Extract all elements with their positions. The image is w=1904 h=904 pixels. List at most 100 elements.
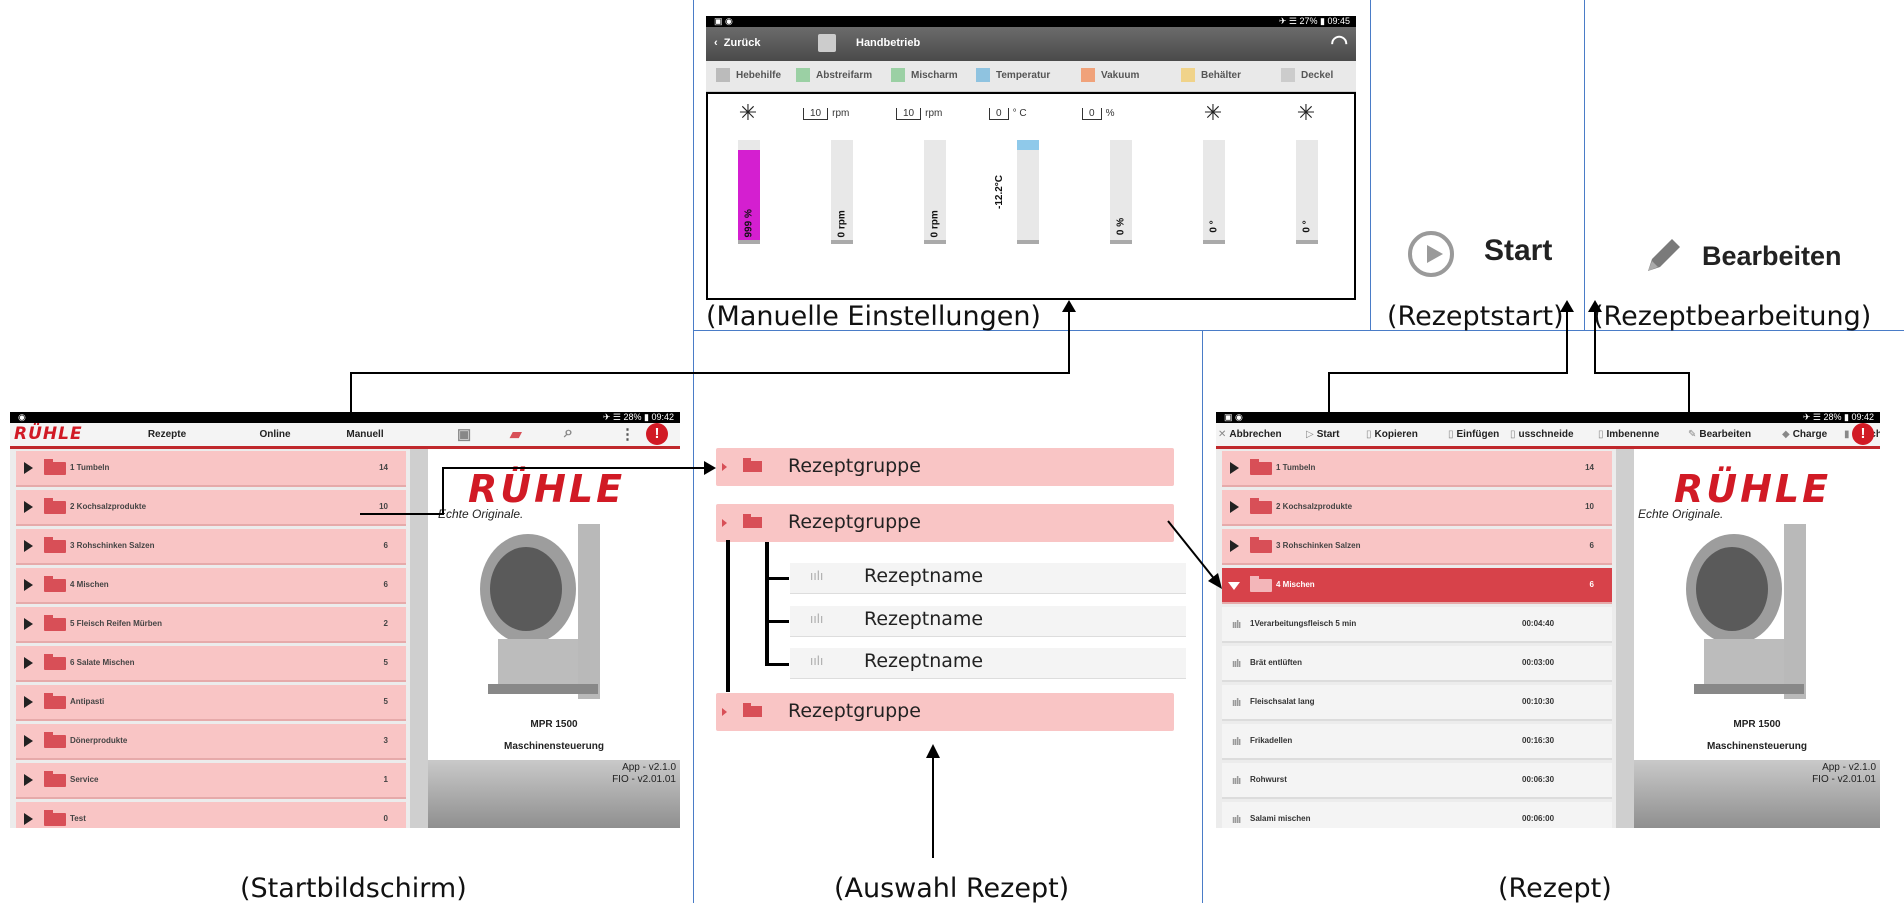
toolbar-bearbeiten[interactable]: ✎ Bearbeiten: [1688, 423, 1751, 446]
toolbar-label: Charge: [1792, 429, 1828, 440]
recipe-group[interactable]: Rezeptgruppe: [716, 504, 1174, 542]
expand-icon[interactable]: [24, 657, 33, 669]
recipe-name[interactable]: ıılı Rezeptname: [790, 648, 1186, 679]
expand-icon[interactable]: [24, 579, 33, 591]
recipe-row[interactable]: ıılı Brät entlüften 00:03:00: [1222, 646, 1612, 682]
chart-icon: ıılı: [810, 654, 824, 668]
version-fio: FIO - v2.01.01: [612, 774, 676, 785]
recipe-group[interactable]: Rezeptgruppe: [716, 693, 1174, 731]
play-icon[interactable]: [1408, 231, 1454, 277]
setpoint-field[interactable]: 10 rpm: [896, 108, 972, 120]
recipe-group-row[interactable]: 6 Salate Mischen 5: [16, 646, 406, 682]
gauge-column: ✳ 999 %: [728, 94, 768, 294]
edit-button[interactable]: Bearbeiten: [1702, 241, 1842, 272]
expand-icon[interactable]: [24, 618, 33, 630]
folder-icon: [1250, 459, 1272, 475]
add-folder-icon[interactable]: ▰: [510, 425, 522, 443]
alert-icon[interactable]: !: [1852, 423, 1874, 445]
toolbar-kopieren[interactable]: ▯ Kopieren: [1366, 423, 1418, 446]
expand-icon[interactable]: [24, 501, 33, 513]
folder-icon: [44, 732, 66, 748]
start-button[interactable]: Start: [1484, 234, 1552, 268]
scrollbar[interactable]: [410, 449, 428, 828]
recipe-group-row[interactable]: Test 0: [16, 802, 406, 828]
recipe-group-row[interactable]: 3 Rohschinken Salzen 6: [16, 529, 406, 565]
recipe-group-row[interactable]: 4 Mischen 6: [1222, 568, 1612, 604]
recipe-group-row[interactable]: Service 1: [16, 763, 406, 799]
setpoint-field[interactable]: 0 ° C: [989, 108, 1065, 120]
recipe-row[interactable]: ıılı Salami mischen 00:06:00: [1222, 802, 1612, 828]
add-chart-icon[interactable]: ▣: [457, 425, 471, 443]
machine-model: MPR 1500: [530, 719, 578, 730]
recipe-group-row[interactable]: Antipasti 5: [16, 685, 406, 721]
setpoint-value[interactable]: 10: [803, 108, 829, 120]
toolbar-usschneide[interactable]: ▯ usschneide: [1510, 423, 1574, 446]
recipe-row[interactable]: ıılı Rohwurst 00:06:30: [1222, 763, 1612, 799]
folder-icon: [743, 703, 762, 717]
recipe-group-row[interactable]: 2 Kochsalzprodukte 10: [16, 490, 406, 526]
back-button[interactable]: ‹ Zurück: [714, 37, 760, 49]
recipe-name: Frikadellen: [1250, 736, 1293, 745]
menu-icon[interactable]: ⋮: [620, 425, 635, 443]
recipe-row[interactable]: ıılı Fleischsalat lang 00:10:30: [1222, 685, 1612, 721]
tab-vakuum[interactable]: Vakuum: [1081, 61, 1139, 91]
tab-online[interactable]: Online: [230, 423, 320, 446]
group-name: 2 Kochsalzprodukte: [1276, 502, 1353, 511]
recipe-group[interactable]: Rezeptgruppe: [716, 448, 1174, 486]
setpoint-unit: %: [1105, 108, 1115, 119]
tab-mischarm[interactable]: Mischarm: [891, 61, 958, 91]
tab-deckel[interactable]: Deckel: [1281, 61, 1333, 91]
connector-line: [350, 372, 352, 416]
expand-icon[interactable]: [1230, 462, 1239, 474]
tab-behälter[interactable]: Behälter: [1181, 61, 1241, 91]
expand-icon[interactable]: [24, 462, 33, 474]
recipe-screen: ▣ ◉ ✈ ☰ 28% ▮ 09:42 ✕ Abbrechen ▷ Start ▯ Kopi…: [1216, 412, 1880, 828]
toolbar-charge[interactable]: ◆ Charge: [1782, 423, 1827, 446]
recipe-row[interactable]: ıılı 1Verarbeitungsfleisch 5 min 00:04:40: [1222, 607, 1612, 643]
setpoint-value[interactable]: 0: [989, 108, 1009, 120]
scrollbar[interactable]: [1616, 449, 1634, 828]
tab-manuell[interactable]: Manuell: [320, 423, 410, 446]
toolbar-start[interactable]: ▷ Start: [1306, 423, 1340, 446]
expand-icon[interactable]: [24, 813, 33, 825]
recipe-name[interactable]: ıılı Rezeptname: [790, 563, 1186, 594]
chart-icon: ıılı: [1232, 658, 1241, 670]
recipe-group-row[interactable]: 1 Tumbeln 14: [1222, 451, 1612, 487]
setpoint-field[interactable]: 10 rpm: [803, 108, 879, 120]
recipe-group-row[interactable]: 3 Rohschinken Salzen 6: [1222, 529, 1612, 565]
setpoint-value[interactable]: 10: [896, 108, 922, 120]
recipe-name[interactable]: ıılı Rezeptname: [790, 606, 1186, 637]
toolbar-imbenenne[interactable]: ▯ Imbenenne: [1598, 423, 1659, 446]
setpoint-field[interactable]: 0%: [1082, 108, 1158, 120]
expand-icon[interactable]: [24, 696, 33, 708]
recipe-row[interactable]: ıılı Frikadellen 00:16:30: [1222, 724, 1612, 760]
manual-settings-screen: ▣ ◉ ✈ ☰ 27% ▮ 09:45 ‹ Zurück Handbetrieb …: [706, 16, 1356, 300]
setpoint-value[interactable]: 0: [1082, 108, 1102, 120]
expand-icon[interactable]: [1230, 540, 1239, 552]
expand-icon[interactable]: [24, 540, 33, 552]
tab-abstreifarm[interactable]: Abstreifarm: [796, 61, 872, 91]
setpoint-unit: ° C: [1012, 108, 1027, 119]
pencil-icon[interactable]: [1642, 235, 1686, 275]
tab-temperatur[interactable]: Temperatur: [976, 61, 1050, 91]
toolbar-abbrechen[interactable]: ✕ Abbrechen: [1218, 423, 1282, 446]
recipe-duration: 00:06:30: [1522, 775, 1555, 784]
group-name: 1 Tumbeln: [70, 463, 110, 472]
divider-left: [693, 0, 694, 903]
recipe-group-row[interactable]: 1 Tumbeln 14: [16, 451, 406, 487]
toolbar-einfügen[interactable]: ▯ Einfügen: [1448, 423, 1499, 446]
recipe-group-row[interactable]: Dönerprodukte 3: [16, 724, 406, 760]
tab-rezepte[interactable]: Rezepte: [122, 423, 212, 449]
recipe-group-row[interactable]: 4 Mischen 6: [16, 568, 406, 604]
recipe-group-row[interactable]: 5 Fleisch Reifen Mürben 2: [16, 607, 406, 643]
expand-icon[interactable]: [24, 735, 33, 747]
tab-hebehilfe[interactable]: Hebehilfe: [716, 61, 781, 91]
recipe-group-row[interactable]: 2 Kochsalzprodukte 10: [1222, 490, 1612, 526]
expand-icon[interactable]: [24, 774, 33, 786]
alert-icon[interactable]: !: [646, 423, 668, 445]
expand-icon[interactable]: [1230, 501, 1239, 513]
connector-diagonal: [1167, 520, 1222, 589]
tab-icon: [976, 68, 990, 83]
search-icon[interactable]: ⌕: [564, 424, 573, 442]
connector-line: [1328, 372, 1568, 374]
